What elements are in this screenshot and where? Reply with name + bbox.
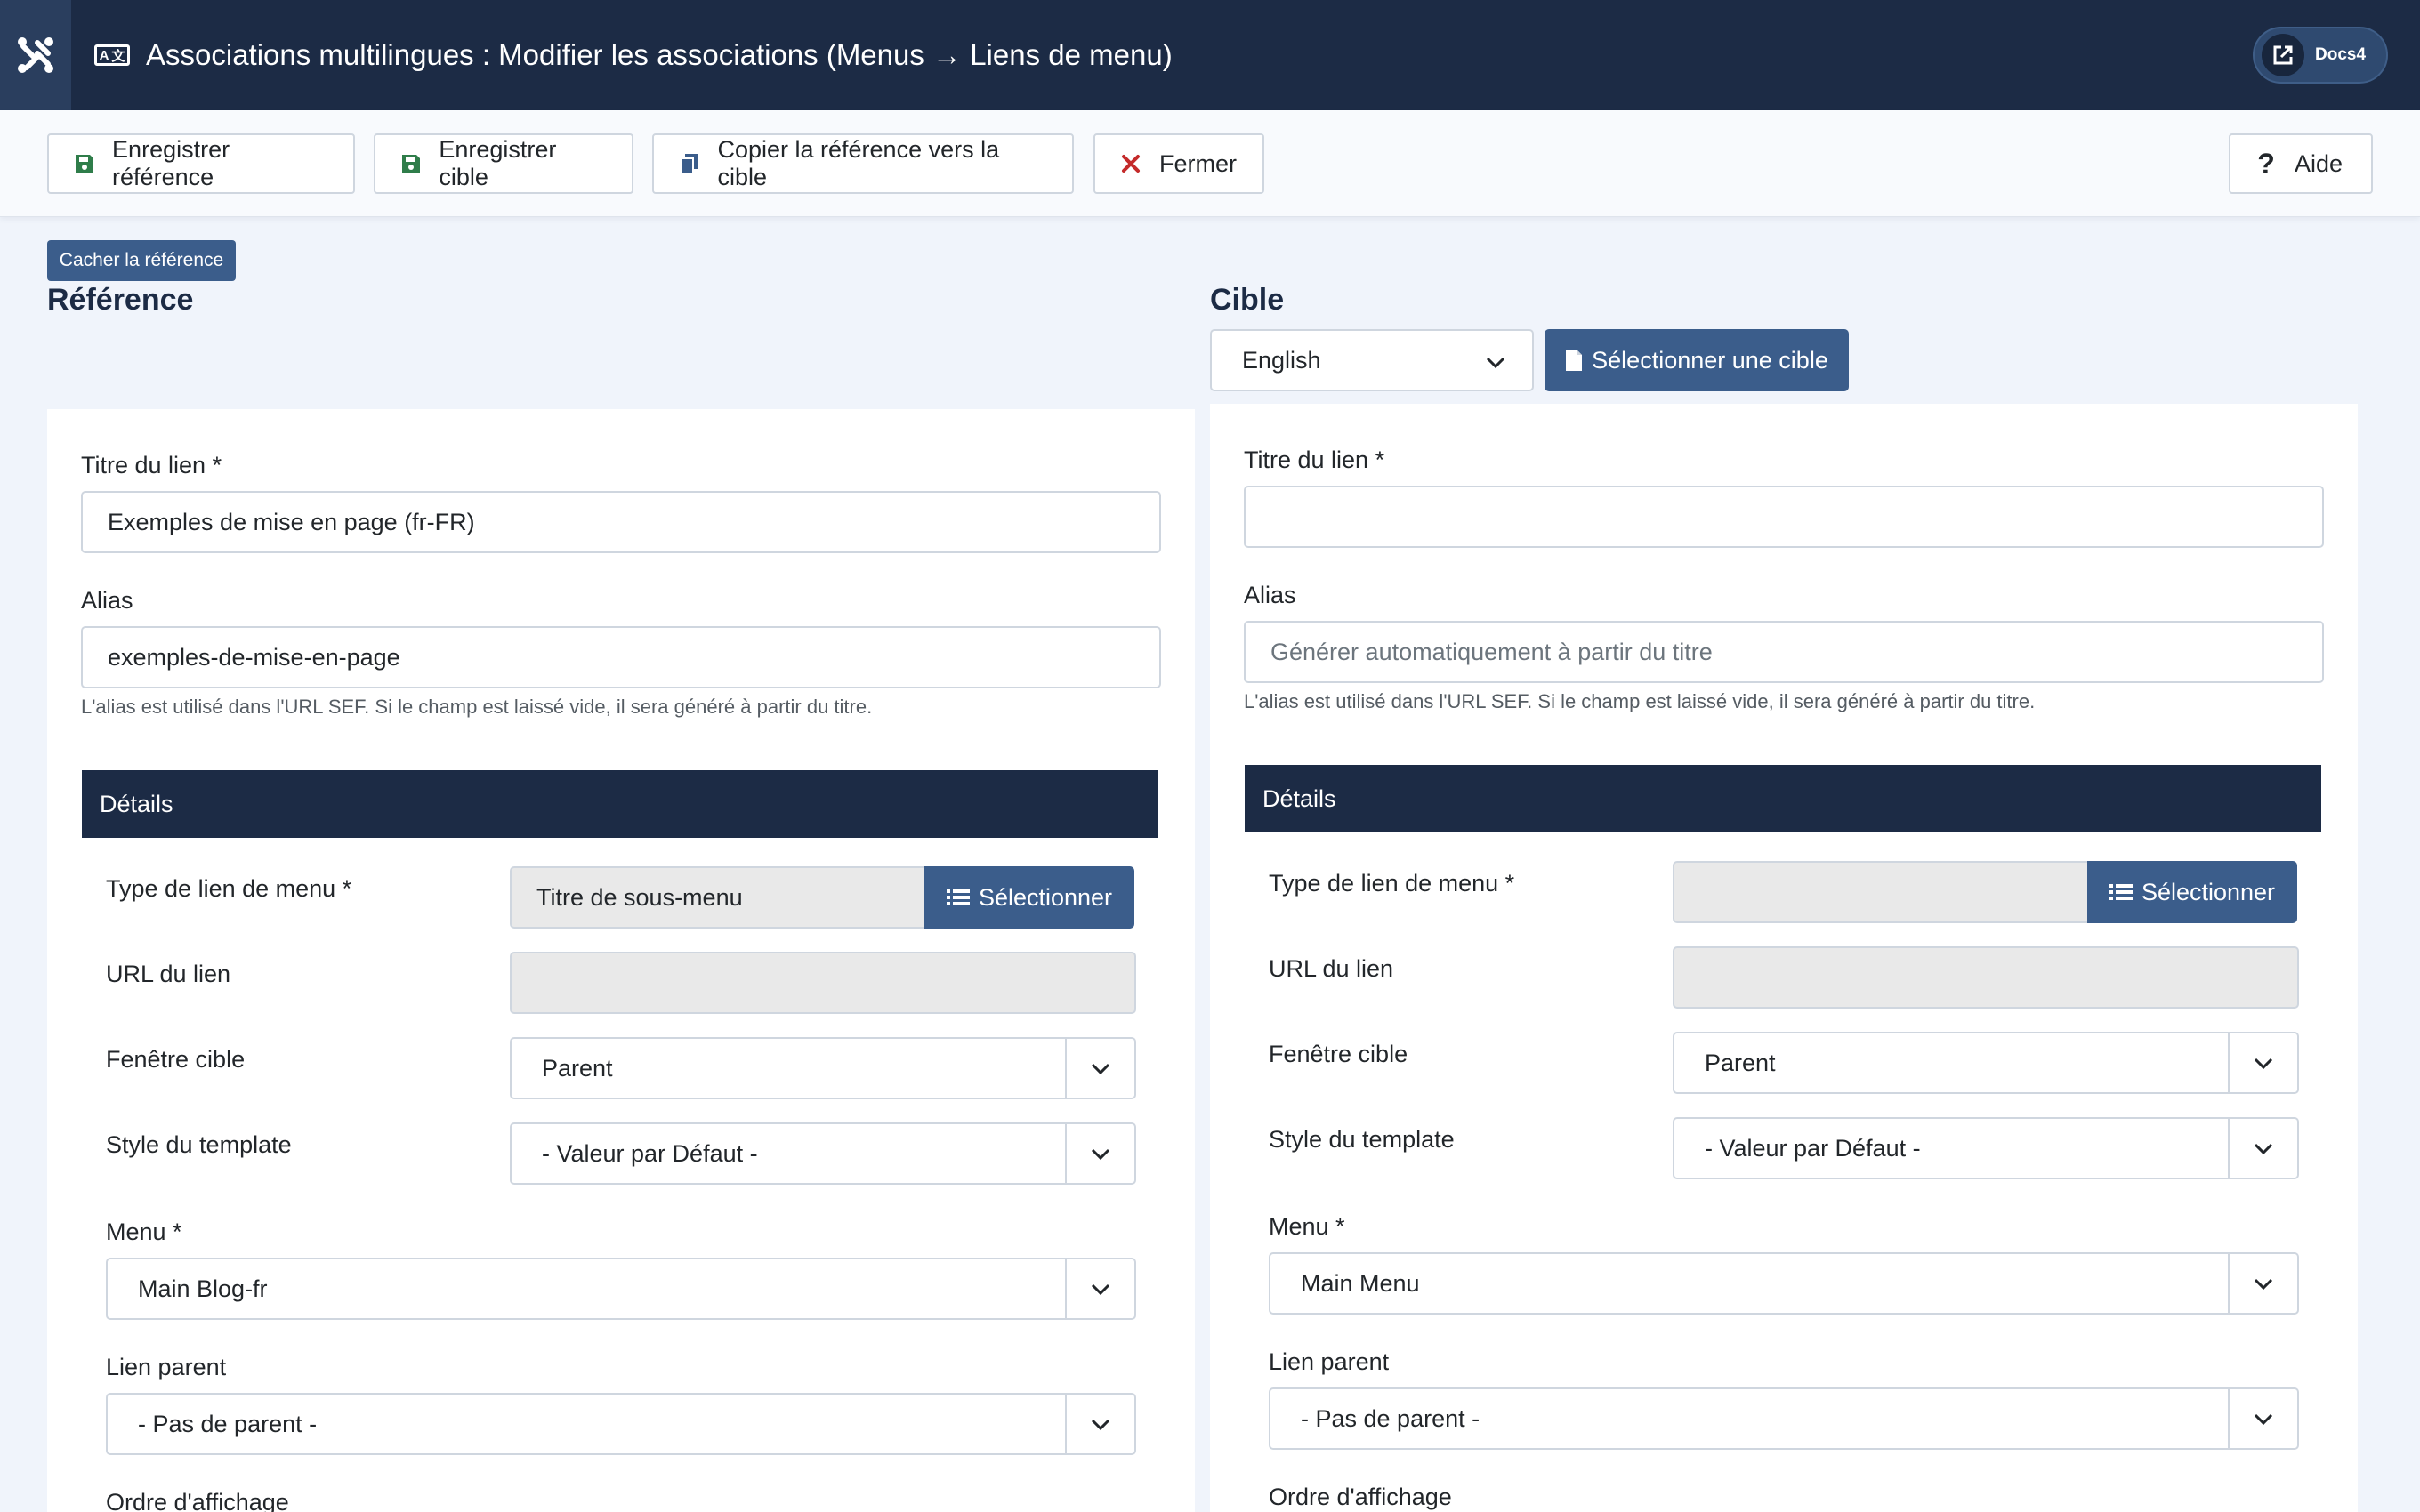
target-panel: Titre du lien * Alias Générer automatiqu… xyxy=(1210,404,2358,1512)
reference-link-title-input[interactable]: Exemples de mise en page (fr-FR) xyxy=(81,491,1161,553)
save-target-label: Enregistrer cible xyxy=(439,136,557,190)
target-heading: Cible xyxy=(1210,283,1285,317)
close-button[interactable]: Fermer xyxy=(1093,133,1264,194)
select-target-label: Sélectionner une cible xyxy=(1592,346,1828,374)
list-icon xyxy=(2109,884,2133,900)
file-icon xyxy=(1566,350,1583,371)
reference-target-window-select[interactable]: Parent xyxy=(510,1037,1136,1099)
reference-parent-value: - Pas de parent - xyxy=(138,1410,318,1437)
chevron-down-icon xyxy=(1486,357,1505,369)
reference-alias-label: Alias xyxy=(81,587,133,614)
reference-ordering-label: Ordre d'affichage xyxy=(106,1489,289,1512)
target-menu-value: Main Menu xyxy=(1301,1269,1420,1297)
chevron-down-icon xyxy=(2228,1033,2297,1092)
reference-link-url-input xyxy=(510,952,1136,1014)
copy-icon xyxy=(677,151,701,176)
docs-button[interactable]: Docs4 xyxy=(2253,27,2388,84)
target-template-style-value: - Valeur par Défaut - xyxy=(1705,1134,1921,1162)
help-button[interactable]: ? Aide xyxy=(2229,133,2373,194)
question-icon: ? xyxy=(2257,147,2275,180)
reference-target-window-value: Parent xyxy=(542,1054,613,1082)
target-alias-label: Alias xyxy=(1244,582,1296,608)
target-parent-select[interactable]: - Pas de parent - xyxy=(1269,1387,2299,1450)
target-link-title-input[interactable] xyxy=(1244,486,2324,548)
list-icon xyxy=(946,889,970,905)
target-menu-item-type-label: Type de lien de menu * xyxy=(1269,870,1515,897)
save-target-button[interactable]: Enregistrer cible xyxy=(374,133,633,194)
reference-select-type-button[interactable]: Sélectionner xyxy=(924,866,1134,929)
joomla-logo-icon xyxy=(18,37,53,73)
target-template-style-label: Style du template xyxy=(1269,1126,1455,1153)
target-alias-input[interactable]: Générer automatiquement à partir du titr… xyxy=(1244,621,2324,683)
reference-menu-label: Menu * xyxy=(106,1218,182,1245)
target-parent-label: Lien parent xyxy=(1269,1348,1390,1375)
save-reference-label: Enregistrer référence xyxy=(112,136,230,190)
close-icon xyxy=(1118,151,1143,176)
reference-menu-value: Main Blog-fr xyxy=(138,1275,268,1302)
reference-select-label: Sélectionner xyxy=(978,883,1113,911)
reference-alias-input[interactable]: exemples-de-mise-en-page xyxy=(81,626,1161,688)
save-icon xyxy=(72,151,96,176)
reference-menu-item-type-label: Type de lien de menu * xyxy=(106,875,352,902)
target-target-window-label: Fenêtre cible xyxy=(1269,1041,1408,1067)
reference-link-title-label: Titre du lien * xyxy=(81,452,222,479)
reference-template-style-value: - Valeur par Défaut - xyxy=(542,1139,758,1167)
reference-panel: Titre du lien * Exemples de mise en page… xyxy=(47,409,1195,1512)
target-select-type-button[interactable]: Sélectionner xyxy=(2087,861,2297,923)
reference-details-tab[interactable]: Détails xyxy=(82,770,1158,838)
target-parent-value: - Pas de parent - xyxy=(1301,1404,1480,1432)
chevron-down-icon xyxy=(1065,1124,1134,1183)
docs-label: Docs4 xyxy=(2315,45,2367,64)
select-target-button[interactable]: Sélectionner une cible xyxy=(1545,329,1849,391)
reference-heading: Référence xyxy=(47,283,194,317)
chevron-down-icon xyxy=(1065,1395,1134,1453)
external-link-icon xyxy=(2262,34,2304,76)
joomla-logo[interactable] xyxy=(0,0,71,110)
copy-reference-label: Copier la référence vers la cible xyxy=(717,136,1000,190)
close-label: Fermer xyxy=(1159,149,1237,177)
reference-parent-select[interactable]: - Pas de parent - xyxy=(106,1393,1136,1455)
target-language-value: English xyxy=(1242,346,1321,374)
target-link-url-label: URL du lien xyxy=(1269,955,1394,982)
reference-alias-help: L'alias est utilisé dans l'URL SEF. Si l… xyxy=(81,696,873,718)
target-language-select[interactable]: English xyxy=(1210,329,1534,391)
chevron-down-icon xyxy=(2228,1389,2297,1448)
app-header: A文 Associations multilingues : Modifier … xyxy=(0,0,2420,110)
copy-reference-button[interactable]: Copier la référence vers la cible xyxy=(652,133,1074,194)
hide-reference-button[interactable]: Cacher la référence xyxy=(47,240,236,281)
toolbar: Enregistrer référence Enregistrer cible … xyxy=(0,110,2420,217)
target-template-style-select[interactable]: - Valeur par Défaut - xyxy=(1673,1117,2299,1179)
target-target-window-value: Parent xyxy=(1705,1049,1776,1076)
reference-menu-item-type-input: Titre de sous-menu xyxy=(510,866,928,929)
chevron-down-icon xyxy=(1065,1259,1134,1318)
target-details-tab[interactable]: Détails xyxy=(1245,765,2321,832)
chevron-down-icon xyxy=(2228,1119,2297,1178)
reference-template-style-label: Style du template xyxy=(106,1131,292,1158)
target-target-window-select[interactable]: Parent xyxy=(1673,1032,2299,1094)
reference-target-window-label: Fenêtre cible xyxy=(106,1046,246,1073)
language-icon: A文 xyxy=(94,44,130,66)
help-label: Aide xyxy=(2295,149,2343,177)
page-title: Associations multilingues : Modifier les… xyxy=(146,38,1173,71)
save-icon xyxy=(399,151,423,176)
target-menu-item-type-input xyxy=(1673,861,2091,923)
reference-parent-label: Lien parent xyxy=(106,1354,227,1380)
target-link-title-label: Titre du lien * xyxy=(1244,446,1385,473)
chevron-down-icon xyxy=(2228,1254,2297,1313)
reference-menu-select[interactable]: Main Blog-fr xyxy=(106,1258,1136,1320)
target-link-url-input xyxy=(1673,946,2299,1009)
target-menu-select[interactable]: Main Menu xyxy=(1269,1252,2299,1315)
target-select-label: Sélectionner xyxy=(2141,878,2276,905)
reference-link-url-label: URL du lien xyxy=(106,961,231,987)
save-reference-button[interactable]: Enregistrer référence xyxy=(47,133,355,194)
target-ordering-label: Ordre d'affichage xyxy=(1269,1484,1452,1510)
target-menu-label: Menu * xyxy=(1269,1213,1345,1240)
reference-template-style-select[interactable]: - Valeur par Défaut - xyxy=(510,1122,1136,1185)
chevron-down-icon xyxy=(1065,1039,1134,1098)
target-alias-help: L'alias est utilisé dans l'URL SEF. Si l… xyxy=(1244,690,2036,712)
